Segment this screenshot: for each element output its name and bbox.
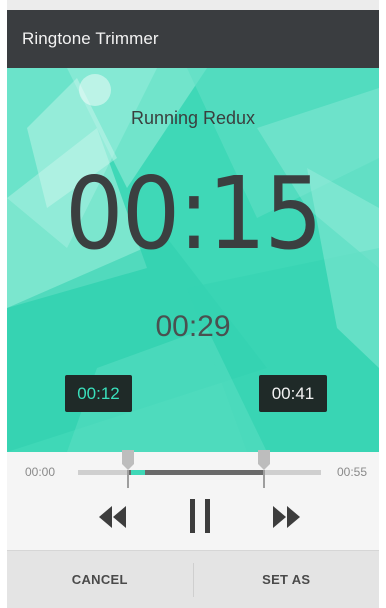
handle-grip-icon <box>122 450 134 488</box>
ringtone-trimmer-screen: Ringtone Trimmer Running Redux 00:15 00:… <box>7 0 379 608</box>
rewind-icon <box>99 506 126 528</box>
action-bar: CANCEL SET AS <box>7 550 379 608</box>
fast-forward-button[interactable] <box>269 503 303 531</box>
trim-start-handle[interactable] <box>121 444 135 488</box>
app-title: Ringtone Trimmer <box>22 29 159 48</box>
pause-button[interactable] <box>183 496 217 536</box>
elapsed-time: 00:15 <box>65 155 323 272</box>
cancel-button[interactable]: CANCEL <box>7 551 193 608</box>
clip-duration: 00:29 <box>155 310 231 343</box>
timeline-end-label: 00:55 <box>337 465 368 479</box>
timeline-start-label: 00:00 <box>25 465 56 479</box>
song-title: Running Redux <box>130 108 256 128</box>
trim-end-handle[interactable] <box>257 444 271 488</box>
trim-start-badge: 00:12 <box>65 375 132 412</box>
trim-selection-range <box>129 470 265 475</box>
fast-forward-icon <box>273 506 300 528</box>
title-bar: Ringtone Trimmer <box>7 10 379 68</box>
trim-end-badge: 00:41 <box>259 375 327 412</box>
handle-grip-icon <box>258 450 270 488</box>
rewind-button[interactable] <box>96 503 130 531</box>
set-as-button[interactable]: SET AS <box>194 551 380 608</box>
pause-icon <box>190 499 210 533</box>
